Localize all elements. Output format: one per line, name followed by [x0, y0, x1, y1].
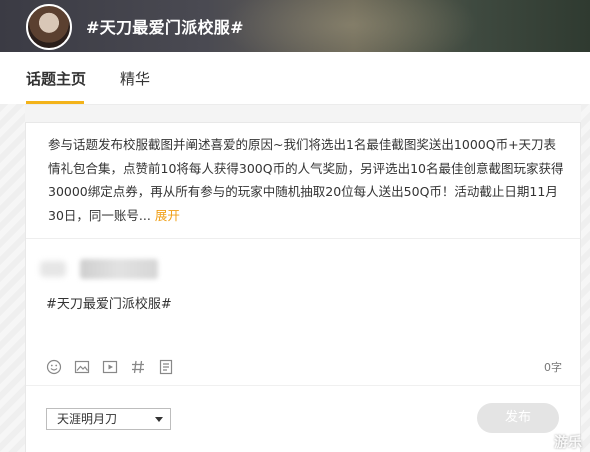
- banner-background: [220, 0, 480, 52]
- editor-toolbar: [46, 357, 174, 377]
- topic-description-text: 参与话题发布校服截图并阐述喜爱的原因~我们将选出1名最佳截图奖送出1000Q币+…: [48, 137, 564, 223]
- user-name-blurred: [80, 259, 158, 279]
- watermark-logo: 游乐: [554, 435, 582, 451]
- tab-bar: 话题主页 精华: [0, 52, 590, 105]
- divider: [26, 238, 580, 239]
- hashtag-icon[interactable]: [130, 359, 146, 375]
- expand-link[interactable]: 展开: [155, 208, 180, 223]
- publish-button[interactable]: 发布: [477, 403, 559, 433]
- char-count: 0字: [544, 361, 562, 374]
- game-select-value: 天涯明月刀: [57, 412, 118, 426]
- tab-topic-home[interactable]: 话题主页: [26, 68, 86, 89]
- tab-featured[interactable]: 精华: [120, 68, 150, 89]
- topic-card: 参与话题发布校服截图并阐述喜爱的原因~我们将选出1名最佳截图奖送出1000Q币+…: [25, 122, 581, 452]
- active-tab-indicator: [26, 101, 84, 104]
- image-icon[interactable]: [74, 359, 90, 375]
- background-texture: [581, 104, 590, 452]
- video-icon[interactable]: [102, 359, 118, 375]
- topic-banner: #天刀最爱门派校服#: [0, 0, 590, 52]
- user-avatar-blurred: [40, 261, 66, 277]
- document-icon[interactable]: [158, 359, 174, 375]
- emoji-icon[interactable]: [46, 359, 62, 375]
- divider: [26, 385, 580, 386]
- topic-avatar: [26, 4, 72, 50]
- chevron-down-icon: [155, 417, 163, 422]
- post-editor-input[interactable]: #天刀最爱门派校服#: [46, 293, 172, 312]
- background-texture: [0, 104, 25, 452]
- game-select[interactable]: 天涯明月刀: [46, 408, 171, 430]
- topic-title: #天刀最爱门派校服#: [86, 18, 244, 37]
- topic-description: 参与话题发布校服截图并阐述喜爱的原因~我们将选出1名最佳截图奖送出1000Q币+…: [48, 133, 564, 227]
